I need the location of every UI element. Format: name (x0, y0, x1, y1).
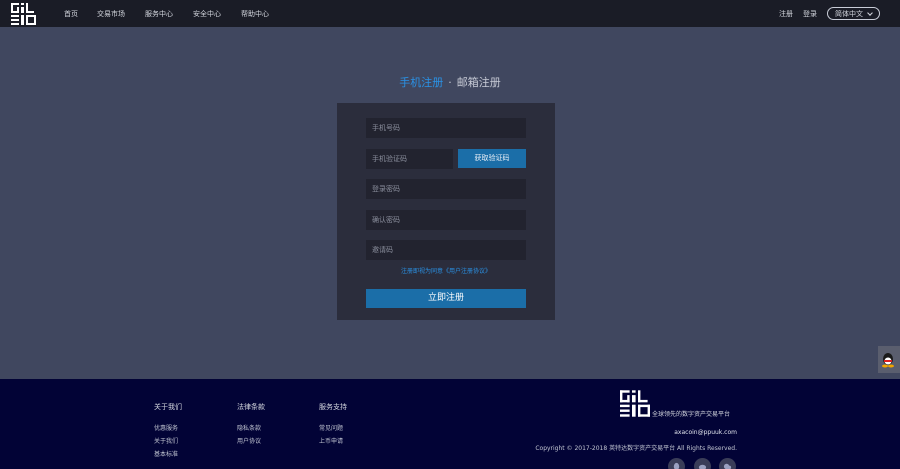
sms-code-input[interactable]: 手机验证码 (366, 149, 453, 169)
footer-link[interactable]: 隐私条款 (237, 423, 265, 432)
site-footer: 关于我们 优惠服务 关于我们 基本标准 法律条款 隐私条款 用户协议 服务支持 … (0, 379, 900, 469)
footer-link[interactable]: 常见问题 (319, 423, 347, 432)
invite-code-input[interactable]: 邀请码 (366, 240, 526, 260)
chevron-down-icon (867, 9, 873, 16)
password-input[interactable]: 登录密码 (366, 179, 526, 199)
footer-column-legal: 法律条款 隐私条款 用户协议 (237, 402, 265, 449)
tab-phone-register[interactable]: 手机注册 (399, 74, 443, 90)
nav-help[interactable]: 帮助中心 (241, 9, 269, 19)
register-tabs: 手机注册 · 邮箱注册 (0, 74, 900, 90)
footer-column-title: 法律条款 (237, 403, 265, 411)
footer-wechat-button[interactable] (719, 458, 736, 469)
tab-email-register[interactable]: 邮箱注册 (457, 74, 501, 90)
phone-input[interactable]: 手机号码 (366, 118, 526, 138)
site-logo-icon[interactable] (11, 3, 36, 25)
get-code-button[interactable]: 获取验证码 (458, 149, 526, 168)
nav-security[interactable]: 安全中心 (193, 9, 221, 19)
nav-home[interactable]: 首页 (64, 9, 78, 19)
footer-logo-icon (620, 390, 650, 417)
agreement-link[interactable]: 注册即视为同意《用户注册协议》 (337, 266, 555, 275)
footer-slogan: 全球领先的数字资产交易平台 (652, 411, 731, 418)
footer-qq-button[interactable] (668, 458, 685, 469)
footer-column-about: 关于我们 优惠服务 关于我们 基本标准 (154, 402, 182, 462)
main-nav: 首页 交易市场 服务中心 安全中心 帮助中心 (64, 0, 289, 27)
register-link[interactable]: 注册 (779, 9, 793, 19)
language-label: 简体中文 (835, 9, 863, 18)
tab-separator: · (448, 76, 452, 89)
top-navigation-bar: 首页 交易市场 服务中心 安全中心 帮助中心 注册 登录 简体中文 (0, 0, 900, 27)
qq-social-icon (673, 462, 680, 469)
weibo-social-icon (698, 464, 707, 469)
confirm-password-input[interactable]: 确认密码 (366, 210, 526, 230)
footer-weibo-button[interactable] (694, 458, 711, 469)
footer-column-title: 关于我们 (154, 403, 182, 411)
footer-column-title: 服务支持 (319, 403, 347, 411)
footer-link[interactable]: 关于我们 (154, 436, 182, 445)
nav-service[interactable]: 服务中心 (145, 9, 173, 19)
register-form-panel: 手机号码 手机验证码 获取验证码 登录密码 确认密码 邀请码 注册即视为同意《用… (337, 103, 555, 320)
qq-icon (882, 352, 894, 367)
footer-email[interactable]: axacoin@ppuuk.com (674, 429, 737, 436)
qq-float-button[interactable] (878, 346, 900, 373)
footer-column-support: 服务支持 常见问题 上币申请 (319, 402, 347, 449)
register-submit-button[interactable]: 立即注册 (366, 289, 526, 308)
footer-link[interactable]: 上币申请 (319, 436, 347, 445)
footer-copyright: Copyright © 2017-2018 英特达数字资产交易平台 All Ri… (535, 445, 737, 452)
login-link[interactable]: 登录 (803, 9, 817, 19)
language-select[interactable]: 简体中文 (827, 7, 880, 20)
footer-link[interactable]: 用户协议 (237, 436, 265, 445)
footer-link[interactable]: 优惠服务 (154, 423, 182, 432)
footer-link[interactable]: 基本标准 (154, 449, 182, 458)
nav-market[interactable]: 交易市场 (97, 9, 125, 19)
wechat-social-icon (723, 463, 732, 469)
account-nav: 注册 登录 简体中文 (779, 0, 880, 27)
